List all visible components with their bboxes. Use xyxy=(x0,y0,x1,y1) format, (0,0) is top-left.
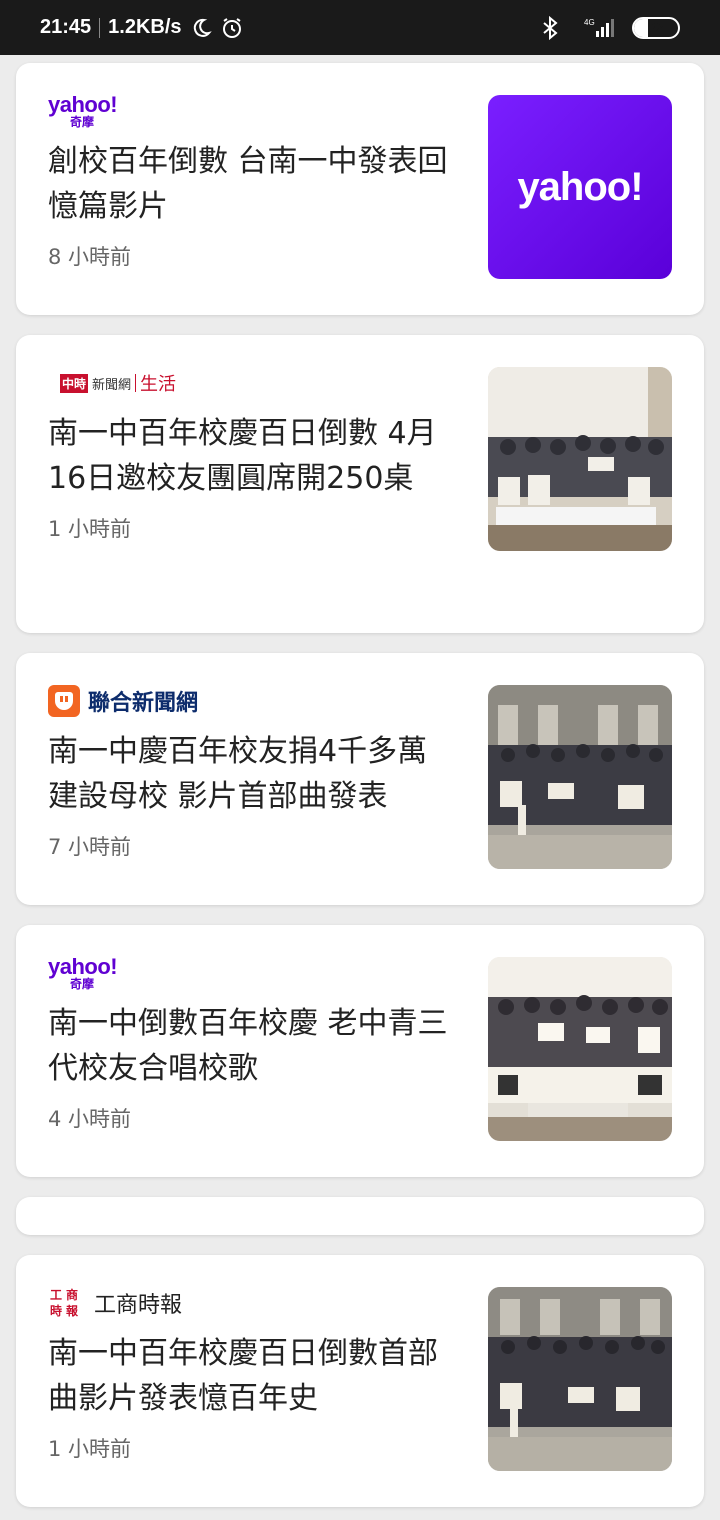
timestamp: 4 小時前 xyxy=(48,1107,132,1131)
headline[interactable]: 南一中百年校慶百日倒數首部曲影片發表憶百年史 xyxy=(48,1331,456,1421)
timestamp: 7 小時前 xyxy=(48,835,132,859)
alarm-clock-icon xyxy=(220,16,244,40)
ctee-logo-icon: 工商時報 xyxy=(49,1288,78,1318)
battery-level: 32 xyxy=(648,20,664,35)
thumbnail-logo: yahoo! xyxy=(517,164,643,209)
news-card[interactable]: 工商時報 工商時報 南一中百年校慶百日倒數首部曲影片發表憶百年史 1 小時前 xyxy=(16,1255,704,1507)
source-logo-yahoo: yahoo! 奇摩 xyxy=(48,93,456,129)
news-card[interactable]: 中時 新聞網 生活 南一中百年校慶百日倒數 4月16日邀校友團圓席開250桌 1… xyxy=(16,335,704,633)
source-badge: 中時 xyxy=(60,373,89,393)
source-name: yahoo! xyxy=(48,92,118,117)
news-card[interactable]: yahoo! 奇摩 創校百年倒數 台南一中發表回憶篇影片 8 小時前 yahoo… xyxy=(16,63,704,315)
timestamp: 8 小時前 xyxy=(48,245,132,269)
network-speed: 1.2KB/s xyxy=(108,16,182,38)
thumbnail[interactable] xyxy=(488,367,672,551)
network-type: 4G xyxy=(584,18,595,27)
timestamp: 1 小時前 xyxy=(48,1437,132,1461)
source-logo-ctee: 工商時報 工商時報 xyxy=(48,1285,456,1321)
moon-icon xyxy=(190,17,212,39)
udn-logo-icon xyxy=(48,685,80,717)
timestamp: 1 小時前 xyxy=(48,517,132,541)
thumbnail[interactable] xyxy=(488,685,672,869)
battery-indicator: 32 xyxy=(632,16,680,39)
source-logo-chinatimes: 中時 新聞網 生活 xyxy=(48,365,456,401)
source-name: yahoo! xyxy=(48,954,118,979)
status-bar: 21:45 1.2KB/s 4G 32 xyxy=(0,0,720,55)
headline[interactable]: 南一中百年校慶百日倒數 4月16日邀校友團圓席開250桌 xyxy=(48,411,456,501)
thumbnail[interactable] xyxy=(488,1287,672,1471)
source-logo-yahoo: yahoo! 奇摩 xyxy=(48,955,456,991)
status-divider xyxy=(99,17,101,38)
source-subname: 奇摩 xyxy=(70,115,95,129)
news-card[interactable]: yahoo! 奇摩 南一中倒數百年校慶 老中青三代校友合唱校歌 4 小時前 xyxy=(16,925,704,1177)
source-subname: 奇摩 xyxy=(70,977,95,991)
headline[interactable]: 南一中慶百年校友捐4千多萬建設母校 影片首部曲發表 xyxy=(48,729,456,819)
thumbnail[interactable] xyxy=(488,957,672,1141)
signal-icon: 4G xyxy=(582,17,618,39)
source-name: 新聞網 xyxy=(92,377,132,393)
source-logo-udn: 聯合新聞網 xyxy=(48,683,456,719)
headline[interactable]: 創校百年倒數 台南一中發表回憶篇影片 xyxy=(48,139,456,229)
headline[interactable]: 南一中倒數百年校慶 老中青三代校友合唱校歌 xyxy=(48,1001,456,1091)
source-category: 生活 xyxy=(140,374,177,395)
thumbnail[interactable]: yahoo! xyxy=(488,95,672,279)
status-time: 21:45 xyxy=(40,16,92,38)
news-card[interactable]: 聯合新聞網 南一中慶百年校友捐4千多萬建設母校 影片首部曲發表 7 小時前 xyxy=(16,653,704,905)
bluetooth-icon xyxy=(540,15,560,40)
news-card-placeholder[interactable] xyxy=(16,1197,704,1235)
source-name: 聯合新聞網 xyxy=(88,691,199,716)
source-name: 工商時報 xyxy=(94,1293,183,1318)
